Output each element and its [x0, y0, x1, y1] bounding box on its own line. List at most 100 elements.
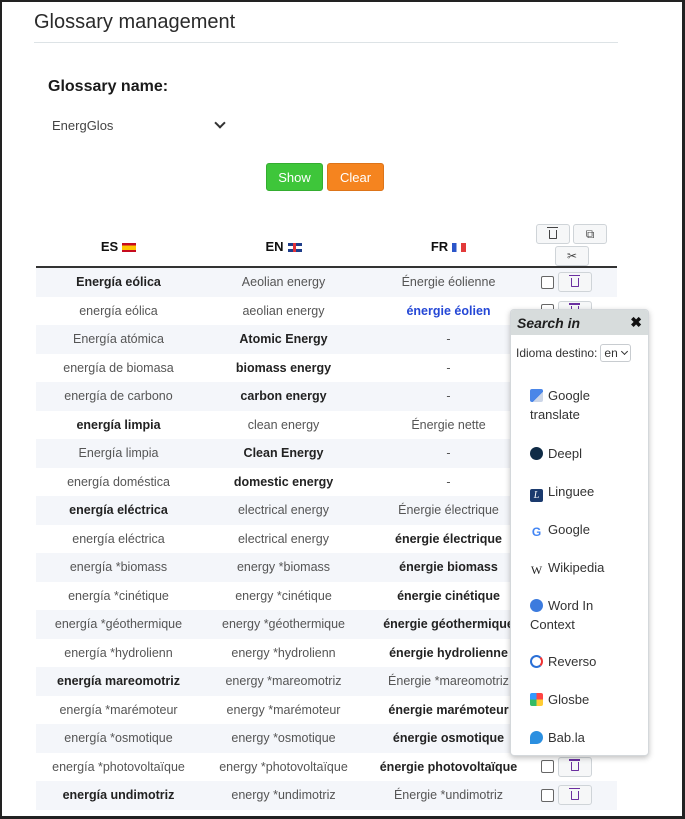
cell-en: electrical energy	[201, 496, 366, 525]
table-row: energía undimotriz energy *undimotriz Éner…	[36, 781, 617, 810]
cell-fr: Énergie électrique	[366, 496, 531, 525]
row-actions	[531, 753, 617, 782]
cell-en: energy *undimotriz	[201, 781, 366, 810]
cell-es: energía doméstica	[67, 474, 170, 489]
target-language-label: Idioma destino:	[516, 346, 598, 360]
cell-es: energía *hydrolienn	[64, 645, 173, 660]
column-header-en: EN	[201, 226, 366, 268]
glossary-name-label: Glossary name:	[48, 78, 169, 95]
bulk-delete-button[interactable]	[536, 224, 570, 244]
cell-en: Atomic Energy	[201, 325, 366, 354]
cell-en: energy *biomass	[201, 553, 366, 582]
search-service-label: Reverso	[548, 654, 597, 669]
cell-es: energía *osmotique	[36, 724, 201, 753]
cell-en: electrical energy	[237, 531, 329, 546]
cell-fr: -	[366, 382, 531, 411]
cell-es: energía *cinétique	[68, 588, 169, 603]
cell-en: energy *géothermique	[201, 610, 366, 639]
row-actions	[531, 267, 617, 297]
cell-en: clean energy	[247, 417, 320, 432]
cell-en: domestic energy	[233, 474, 334, 489]
cell-es: Energía atómica	[36, 325, 201, 354]
cell-fr: -	[446, 360, 451, 375]
cell-es: energía mareomotriz	[36, 667, 201, 696]
bulk-cut-button[interactable]: ✂	[555, 246, 589, 266]
bulk-copy-button[interactable]: ⧉	[573, 224, 607, 244]
cell-es: energía *photovoltaïque	[52, 759, 185, 774]
cell-en: carbon energy	[201, 382, 366, 411]
row-checkbox[interactable]	[541, 788, 554, 802]
search-service-label: Bab.la	[548, 730, 585, 745]
cell-en: aeolian energy	[242, 303, 325, 318]
scissors-icon: ✂	[566, 249, 578, 263]
cell-es: energía eólica	[79, 303, 158, 318]
uk-flag-icon	[287, 242, 302, 252]
search-in-popup: Search in ✖ Idioma destino: en Google tr…	[510, 309, 649, 756]
row-delete-button[interactable]	[558, 756, 592, 777]
column-header-fr: FR	[366, 226, 531, 268]
search-service-label: Linguee	[548, 484, 595, 499]
cell-fr: énergie osmotique	[366, 724, 531, 753]
search-service-google-translate[interactable]: Google translate	[530, 386, 640, 424]
cell-fr: Énergie *mareomotriz	[366, 667, 531, 696]
glosbe-icon	[530, 693, 543, 706]
app-window: Glossary management Glossary name: Energ…	[0, 0, 685, 819]
cell-fr: énergie électrique	[395, 531, 502, 546]
cell-es: energía *marémoteur	[59, 702, 178, 717]
table-header-row: ES EN FR ⧉ ✂	[36, 224, 617, 268]
cell-fr: -	[446, 474, 451, 489]
cell-en: energy *photovoltaïque	[219, 759, 348, 774]
chevron-down-icon	[214, 117, 226, 129]
cell-es: energía eléctrica	[72, 531, 165, 546]
search-service-google[interactable]: G Google	[530, 520, 640, 539]
trash-icon	[569, 274, 580, 287]
cell-en: Clean Energy	[201, 439, 366, 468]
show-button[interactable]: Show	[266, 163, 323, 191]
clear-button[interactable]: Clear	[327, 163, 384, 191]
title-divider	[34, 42, 618, 43]
row-delete-button[interactable]	[558, 785, 592, 806]
cell-fr: -	[366, 439, 531, 468]
cell-fr: énergie photovoltaïque	[379, 759, 518, 774]
google-translate-icon	[530, 389, 543, 402]
copy-icon: ⧉	[585, 226, 595, 241]
search-service-wikipedia[interactable]: W Wikipedia	[530, 558, 640, 577]
trash-icon	[569, 759, 580, 772]
row-checkbox[interactable]	[541, 275, 554, 289]
search-service-deepl[interactable]: Deepl	[530, 444, 640, 463]
france-flag-icon	[452, 242, 467, 252]
linguee-icon: L	[530, 489, 543, 502]
reverso-icon	[530, 655, 543, 668]
babla-icon	[530, 731, 543, 744]
cell-fr: Énergie nette	[411, 417, 486, 432]
cell-es: energía *géothermique	[36, 610, 201, 639]
cell-es: energía de carbono	[36, 382, 201, 411]
bulk-actions-header: ⧉ ✂	[531, 224, 617, 268]
cell-fr: Énergie éolienne	[366, 267, 531, 297]
close-icon[interactable]: ✖	[630, 314, 642, 331]
row-checkbox[interactable]	[541, 760, 554, 774]
column-header-es: ES	[36, 226, 201, 268]
row-delete-button[interactable]	[558, 272, 592, 293]
trash-icon	[569, 787, 580, 800]
search-service-word-in-context[interactable]: Word In Context	[530, 596, 640, 634]
cell-es: energía undimotriz	[36, 781, 201, 810]
page-title: Glossary management	[34, 11, 236, 33]
cell-en: energy *cinétique	[235, 588, 332, 603]
search-service-linguee[interactable]: L Linguee	[530, 482, 640, 502]
cell-fr[interactable]: énergie éolien	[366, 297, 531, 326]
table-row: energía *photovoltaïque energy *photovolt…	[36, 753, 617, 782]
cell-es: energía limpia	[76, 417, 161, 432]
cell-en: energy *osmotique	[201, 724, 366, 753]
chevron-down-icon	[620, 347, 628, 356]
search-service-reverso[interactable]: Reverso	[530, 652, 640, 671]
cell-es: energía *biomass	[36, 553, 201, 582]
target-language-select[interactable]: en	[600, 344, 631, 362]
search-service-babla[interactable]: Bab.la	[530, 728, 640, 747]
search-service-label: Glosbe	[548, 692, 590, 707]
search-service-glosbe[interactable]: Glosbe	[530, 690, 640, 709]
glossary-select[interactable]: EnergGlos	[52, 115, 228, 135]
cell-es: Energía eólica	[36, 267, 201, 297]
search-service-label: Google	[548, 522, 590, 537]
trash-icon	[547, 226, 558, 239]
